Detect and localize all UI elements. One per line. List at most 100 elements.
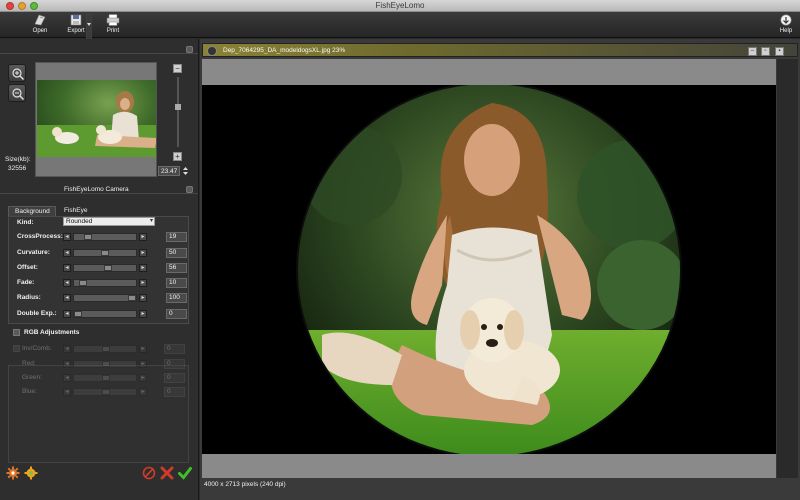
rgb-value-field[interactable]: 0 <box>164 344 185 354</box>
zoom-slider-track[interactable] <box>177 77 179 147</box>
slider-increase-icon[interactable]: ▸ <box>139 279 147 287</box>
reset-icon[interactable] <box>142 466 156 480</box>
slider-knob[interactable] <box>104 265 112 271</box>
export-dropdown-icon[interactable] <box>86 14 92 42</box>
slider-decrease-icon[interactable]: ◂ <box>63 360 71 368</box>
slider-knob[interactable] <box>79 280 87 286</box>
slider-increase-icon[interactable]: ▸ <box>139 374 147 382</box>
param-slider[interactable]: ◂ ▸ <box>63 249 147 257</box>
param-value-field[interactable]: 19 <box>166 232 187 242</box>
param-slider[interactable]: ◂ ▸ <box>63 264 147 272</box>
kind-select[interactable]: Rounded ▾ <box>63 217 155 226</box>
zoom-slider-handle[interactable] <box>175 104 181 110</box>
slider-knob[interactable] <box>102 375 110 381</box>
zoom-minus-button[interactable]: − <box>173 64 182 73</box>
slider-knob[interactable] <box>128 295 136 301</box>
param-slider[interactable]: ◂ ▸ <box>63 294 147 302</box>
cancel-icon[interactable] <box>160 466 174 480</box>
slider-decrease-icon[interactable]: ◂ <box>63 374 71 382</box>
apply-checkmark-icon[interactable] <box>178 466 192 480</box>
slider-decrease-icon[interactable]: ◂ <box>63 279 71 287</box>
zoom-stepper-icon[interactable] <box>182 166 189 176</box>
randomize-icon[interactable] <box>24 466 38 480</box>
slider-track[interactable] <box>73 233 137 241</box>
slider-knob[interactable] <box>102 346 110 352</box>
slider-track[interactable] <box>73 279 137 287</box>
slider-track[interactable] <box>73 249 137 257</box>
param-slider[interactable]: ◂ ▸ <box>63 310 147 318</box>
param-value-field[interactable]: 50 <box>166 248 187 258</box>
zoom-plus-button[interactable]: + <box>173 152 182 161</box>
slider-increase-icon[interactable]: ▸ <box>139 345 147 353</box>
slider-track[interactable] <box>73 374 137 382</box>
zoom-out-button[interactable] <box>8 84 26 102</box>
param-value-field[interactable]: 0 <box>166 309 187 319</box>
slider-increase-icon[interactable]: ▸ <box>139 388 147 396</box>
param-slider[interactable]: ◂ ▸ <box>63 279 147 287</box>
slider-increase-icon[interactable]: ▸ <box>139 249 147 257</box>
slider-decrease-icon[interactable]: ◂ <box>63 233 71 241</box>
image-canvas[interactable] <box>202 85 776 454</box>
slider-track[interactable] <box>73 345 137 353</box>
restore-document-button[interactable]: ▫ <box>761 47 770 56</box>
viewer-scrollbar[interactable] <box>777 59 798 478</box>
slider-track[interactable] <box>73 264 137 272</box>
slider-decrease-icon[interactable]: ◂ <box>63 345 71 353</box>
slider-knob[interactable] <box>102 389 110 395</box>
slider-track[interactable] <box>73 360 137 368</box>
rgb-value-field[interactable]: 0 <box>164 359 185 369</box>
rgb-slider[interactable]: ◂ ▸ <box>63 345 147 353</box>
rgb-adjustments-checkbox[interactable] <box>13 329 20 336</box>
slider-knob[interactable] <box>102 361 110 367</box>
invert-checkbox[interactable] <box>13 345 20 352</box>
slider-decrease-icon[interactable]: ◂ <box>63 310 71 318</box>
slider-decrease-icon[interactable]: ◂ <box>63 264 71 272</box>
param-row: Offset: ◂ ▸ 56 <box>8 263 189 273</box>
zoom-slider[interactable]: − + <box>173 64 183 164</box>
slider-knob[interactable] <box>84 234 92 240</box>
settings-gear-icon[interactable] <box>6 466 20 480</box>
param-slider[interactable]: ◂ ▸ <box>63 233 147 241</box>
slider-decrease-icon[interactable]: ◂ <box>63 249 71 257</box>
print-label: Print <box>106 28 120 34</box>
help-button[interactable]: Help <box>771 14 800 34</box>
navigator-preview[interactable] <box>35 62 157 177</box>
close-document-button[interactable]: ▪ <box>775 47 784 56</box>
rgb-slider[interactable]: ◂ ▸ <box>63 360 147 368</box>
window-title: FishEyeLomo <box>375 1 425 10</box>
rgb-slider[interactable]: ◂ ▸ <box>63 388 147 396</box>
zoom-in-button[interactable] <box>8 64 26 82</box>
param-value-field[interactable]: 10 <box>166 278 187 288</box>
left-panel: − + 23.47 Size(kb): 32556 FishEyeLomo Ca… <box>0 39 199 500</box>
slider-increase-icon[interactable]: ▸ <box>139 310 147 318</box>
camera-panel-detach-icon[interactable] <box>186 186 193 193</box>
slider-track[interactable] <box>73 294 137 302</box>
rgb-slider[interactable]: ◂ ▸ <box>63 374 147 382</box>
tab-background[interactable]: Background <box>8 206 56 216</box>
slider-track[interactable] <box>73 310 137 318</box>
navigator-detach-icon[interactable] <box>186 46 193 53</box>
minimize-document-button[interactable]: – <box>748 47 757 56</box>
help-label: Help <box>779 28 793 34</box>
tab-fisheye[interactable]: FishEye <box>58 206 94 216</box>
zoom-value-field[interactable]: 23.47 <box>158 166 180 176</box>
open-button[interactable]: Open <box>25 14 55 34</box>
rgb-value-field[interactable]: 0 <box>164 373 185 383</box>
param-label: CrossProcess: <box>17 233 63 240</box>
slider-increase-icon[interactable]: ▸ <box>139 233 147 241</box>
print-button[interactable]: Print <box>98 14 128 34</box>
slider-decrease-icon[interactable]: ◂ <box>63 294 71 302</box>
param-value-field[interactable]: 56 <box>166 263 187 273</box>
slider-track[interactable] <box>73 388 137 396</box>
rgb-row: Blue: ◂ ▸ 0 <box>8 387 189 397</box>
rgb-value-field[interactable]: 0 <box>164 387 185 397</box>
slider-decrease-icon[interactable]: ◂ <box>63 388 71 396</box>
document-filename: Dep_7064295_DA_modeldogsXL.jpg 23% <box>223 47 346 54</box>
slider-knob[interactable] <box>74 311 82 317</box>
slider-knob[interactable] <box>101 250 109 256</box>
slider-increase-icon[interactable]: ▸ <box>139 264 147 272</box>
param-value-field[interactable]: 100 <box>166 293 187 303</box>
open-icon <box>34 14 46 26</box>
slider-increase-icon[interactable]: ▸ <box>139 360 147 368</box>
slider-increase-icon[interactable]: ▸ <box>139 294 147 302</box>
